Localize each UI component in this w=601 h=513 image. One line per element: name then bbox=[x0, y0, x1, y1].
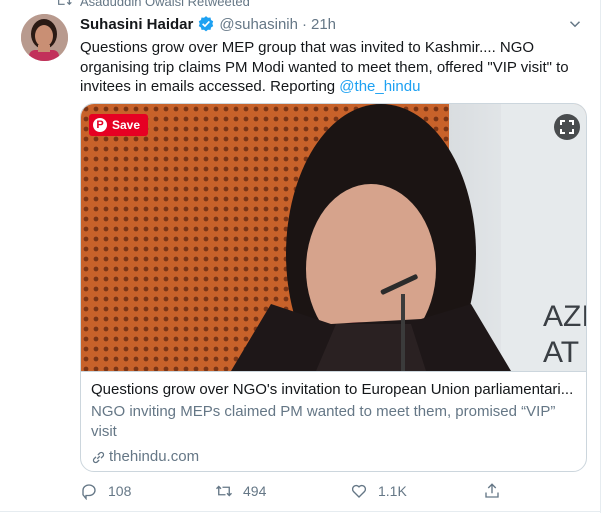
separator-dot: · bbox=[301, 15, 307, 33]
retweet-context: Asaduddin Owaisi Retweeted bbox=[56, 0, 250, 9]
heart-icon bbox=[351, 484, 367, 498]
article-photo: AZI AT bbox=[81, 104, 587, 371]
like-button[interactable]: 1.1K bbox=[350, 480, 407, 502]
pinterest-save-label: Save bbox=[112, 118, 141, 132]
svg-text:AT: AT bbox=[543, 336, 579, 369]
tweet-header: Suhasini Haidar @suhasinih · 21h bbox=[80, 13, 584, 35]
link-card[interactable]: AZI AT P Save Questions grow over NGO's … bbox=[80, 103, 587, 472]
tweet-container[interactable]: Asaduddin Owaisi Retweeted Suhasini Haid… bbox=[0, 0, 601, 513]
svg-text:AZI: AZI bbox=[543, 300, 587, 333]
reply-count: 108 bbox=[108, 483, 132, 499]
retweet-icon bbox=[57, 0, 72, 6]
author-name[interactable]: Suhasini Haidar bbox=[80, 16, 193, 33]
card-domain-text: thehindu.com bbox=[109, 448, 200, 465]
card-domain: thehindu.com bbox=[91, 447, 578, 467]
retweet-button[interactable]: 494 bbox=[215, 480, 266, 502]
verified-badge-icon bbox=[199, 16, 214, 32]
expand-icon[interactable] bbox=[554, 114, 580, 140]
retweet-icon bbox=[216, 485, 232, 497]
card-description: NGO inviting MEPs claimed PM wanted to m… bbox=[91, 403, 556, 440]
pinterest-save-button[interactable]: P Save bbox=[89, 114, 149, 136]
share-icon bbox=[485, 483, 499, 498]
card-image[interactable]: AZI AT P Save bbox=[81, 104, 587, 371]
reply-icon bbox=[82, 484, 96, 500]
mention-link[interactable]: @the_hindu bbox=[339, 78, 420, 95]
pinterest-logo-icon: P bbox=[93, 118, 107, 132]
reply-button[interactable]: 108 bbox=[80, 480, 131, 502]
tweet-actions: 108 494 1.1K bbox=[80, 480, 520, 502]
retweet-count: 494 bbox=[243, 483, 267, 499]
card-title: Questions grow over NGO's invitation to … bbox=[91, 381, 574, 398]
tweet-text: Questions grow over MEP group that was i… bbox=[80, 38, 585, 97]
author-handle[interactable]: @suhasinih bbox=[219, 16, 298, 33]
chevron-down-icon[interactable] bbox=[566, 15, 584, 33]
share-button[interactable] bbox=[483, 480, 501, 502]
divider bbox=[0, 511, 601, 512]
retweet-context-text: Asaduddin Owaisi Retweeted bbox=[80, 0, 250, 9]
link-icon bbox=[92, 451, 105, 463]
tweet-body: Questions grow over MEP group that was i… bbox=[80, 39, 569, 95]
tweet-timestamp[interactable]: 21h bbox=[311, 16, 336, 33]
avatar[interactable] bbox=[21, 14, 68, 61]
card-body[interactable]: Questions grow over NGO's invitation to … bbox=[81, 371, 586, 471]
like-count: 1.1K bbox=[378, 483, 407, 499]
